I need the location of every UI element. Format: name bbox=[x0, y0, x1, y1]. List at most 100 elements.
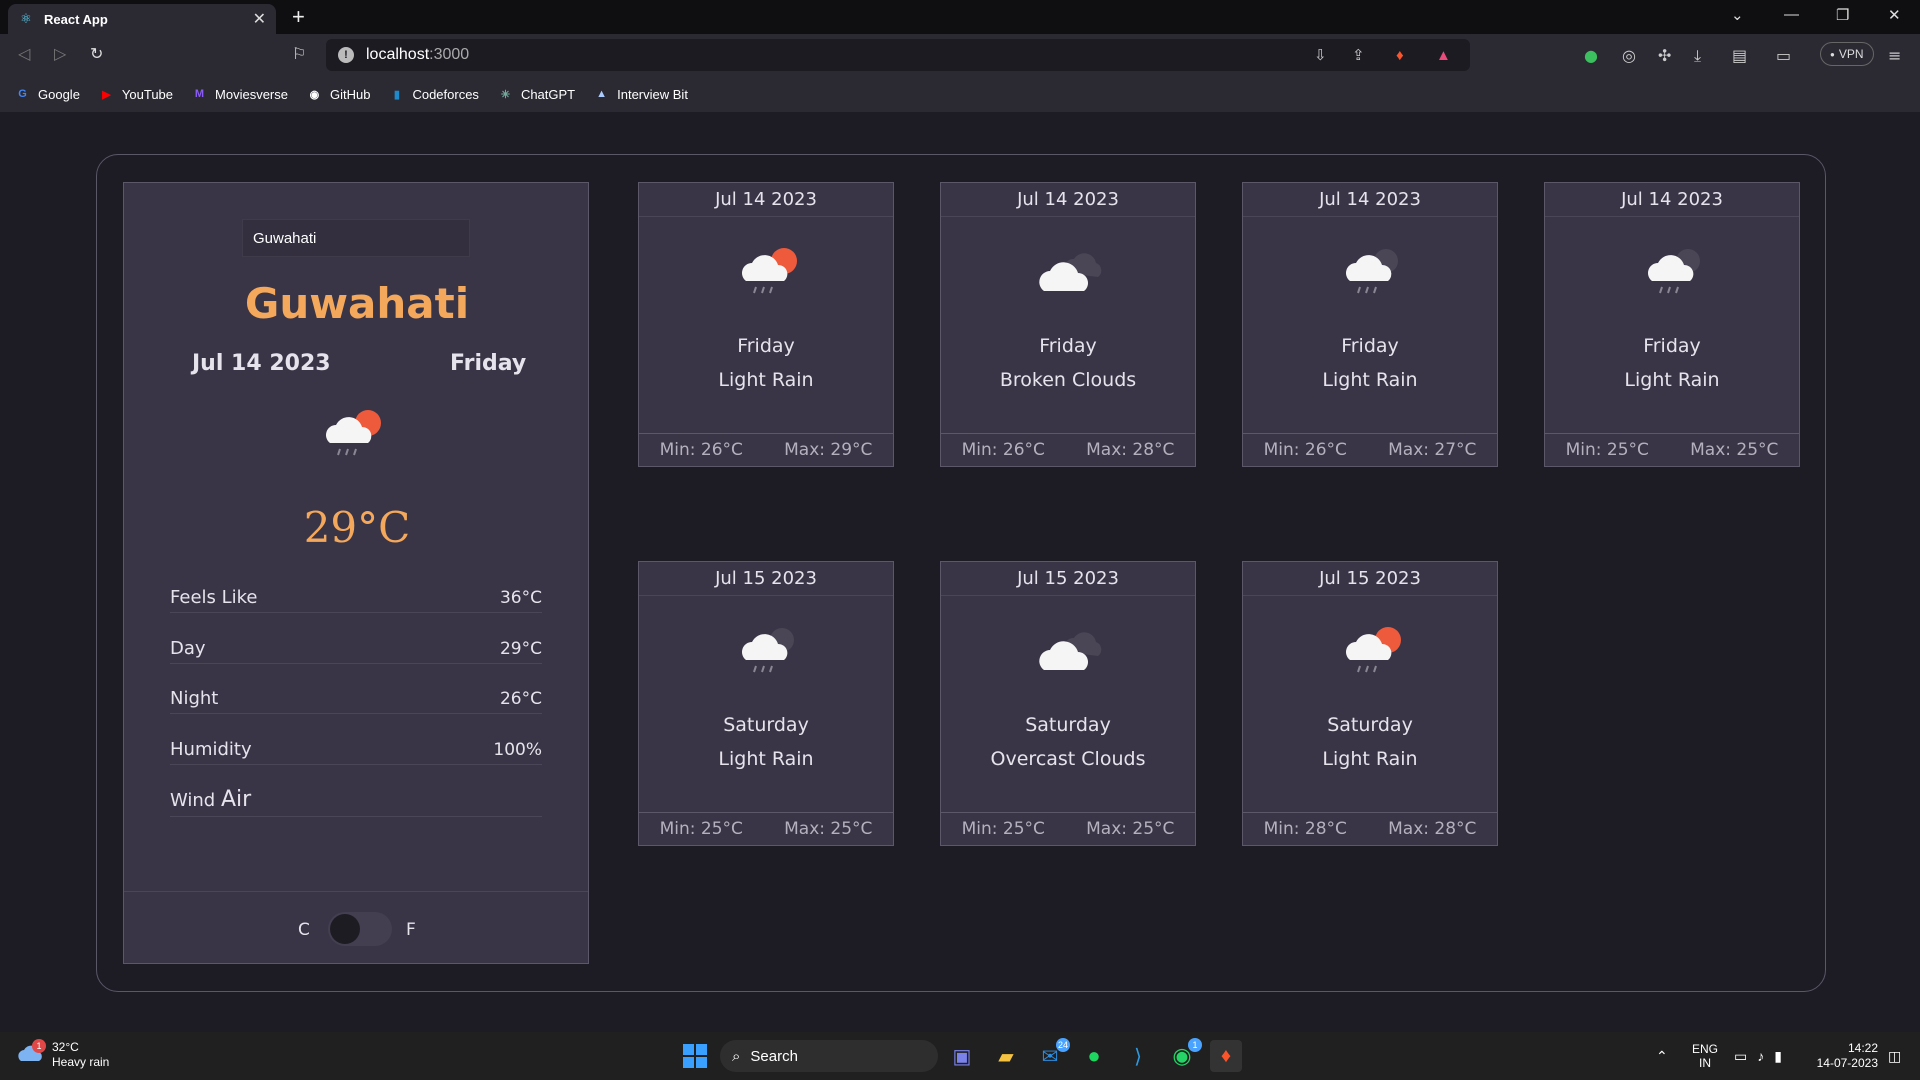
browser-tab[interactable]: ⚛ React App ✕ bbox=[8, 4, 276, 34]
show-hidden-icons-icon[interactable]: ⌃ bbox=[1656, 1032, 1668, 1080]
unit-toggle[interactable] bbox=[328, 912, 392, 946]
forecast-description: Light Rain bbox=[1322, 369, 1418, 391]
vscode-icon[interactable]: ⟩ bbox=[1122, 1040, 1154, 1072]
browser-tab-bar: ⚛ React App ✕ + ⌄ — ❐ ✕ bbox=[0, 0, 1920, 34]
forecast-min-max: Min: 25°C Max: 25°C bbox=[941, 812, 1195, 845]
browser-toolbar: ◁ ▷ ↻ ⚐ ! localhost :3000 ⇩ ⇪ ♦ ▲ ● ◎ ✣ … bbox=[0, 34, 1920, 76]
bookmark-github[interactable]: ◉ GitHub bbox=[306, 86, 371, 103]
forecast-min-max: Min: 26°C Max: 29°C bbox=[639, 433, 893, 466]
forecast-date: Jul 14 2023 bbox=[1545, 183, 1799, 217]
close-tab-icon[interactable]: ✕ bbox=[253, 9, 266, 29]
current-weather-panel: Guwahati Jul 14 2023 Friday 29°C Feels L… bbox=[123, 182, 589, 964]
forecast-card[interactable]: Jul 14 2023 Friday Light Rain Min: 25°C Max:… bbox=[1544, 182, 1800, 467]
close-window-button[interactable]: ✕ bbox=[1888, 6, 1901, 24]
forecast-day: Friday bbox=[737, 335, 795, 357]
google-icon: G bbox=[18, 88, 27, 100]
brave-browser-icon[interactable]: ♦ bbox=[1210, 1040, 1242, 1072]
reload-icon[interactable]: ↻ bbox=[90, 44, 103, 63]
brave-rewards-icon[interactable]: ▲ bbox=[1436, 39, 1451, 71]
stat-value: 26°C bbox=[499, 689, 542, 709]
extensions-puzzle-icon[interactable]: ✣ bbox=[1658, 46, 1671, 65]
whatsapp-icon[interactable]: ◉ 1 bbox=[1166, 1038, 1202, 1072]
forecast-card[interactable]: Jul 14 2023 Friday Broken Clouds Min: 26°C M… bbox=[940, 182, 1196, 467]
forecast-min: Min: 25°C bbox=[961, 819, 1045, 839]
windows-start-button[interactable] bbox=[683, 1044, 707, 1068]
minimize-button[interactable]: — bbox=[1784, 6, 1799, 23]
downloads-icon[interactable]: ⤓ bbox=[1694, 46, 1701, 66]
taskbar-search[interactable]: ⌕ Search bbox=[720, 1040, 938, 1072]
forecast-day: Saturday bbox=[1025, 714, 1111, 736]
brave-shields-icon[interactable]: ♦ bbox=[1396, 39, 1404, 71]
bookmark-google[interactable]: G Google bbox=[14, 86, 80, 103]
stat-label: Night bbox=[170, 688, 219, 709]
bookmark-icon[interactable]: ⚐ bbox=[292, 44, 306, 63]
forecast-description: Light Rain bbox=[1322, 748, 1418, 770]
taskbar-weather-desc: Heavy rain bbox=[52, 1055, 110, 1069]
forecast-max: Max: 25°C bbox=[784, 819, 873, 839]
clock[interactable]: 14:22 14-07-2023 bbox=[1814, 1032, 1878, 1080]
forecast-card[interactable]: Jul 14 2023 Friday Light Rain Min: 26°C Max:… bbox=[1242, 182, 1498, 467]
language-indicator[interactable]: ENG IN bbox=[1692, 1032, 1718, 1080]
address-bar[interactable]: ! localhost :3000 ⇩ ⇪ ♦ ▲ bbox=[326, 39, 1470, 71]
bookmark-label: Interview Bit bbox=[617, 86, 688, 102]
forecast-min: Min: 25°C bbox=[1565, 440, 1649, 460]
restore-button[interactable]: ❐ bbox=[1836, 6, 1849, 24]
forecast-card[interactable]: Jul 15 2023 Saturday Light Rain Min: 28°C Ma… bbox=[1242, 561, 1498, 846]
network-icon: ▭ bbox=[1734, 1047, 1748, 1064]
forecast-description: Broken Clouds bbox=[999, 369, 1137, 391]
bookmark-label: Codeforces bbox=[412, 86, 479, 102]
forecast-max: Max: 28°C bbox=[1388, 819, 1477, 839]
forecast-min-max: Min: 26°C Max: 27°C bbox=[1243, 433, 1497, 466]
forecast-card[interactable]: Jul 14 2023 Friday Light Rain Min: 26°C Max:… bbox=[638, 182, 894, 467]
mail-icon[interactable]: ✉ 24 bbox=[1034, 1038, 1070, 1072]
extension-icon[interactable]: ● bbox=[1584, 46, 1598, 65]
clock-time: 14:22 bbox=[1847, 1041, 1878, 1055]
url-port: :3000 bbox=[429, 46, 470, 63]
stat-feels-like: Feels Like 36°C bbox=[170, 583, 542, 613]
share-icon[interactable]: ⇪ bbox=[1352, 39, 1365, 71]
wallet-icon[interactable]: ▭ bbox=[1776, 46, 1791, 65]
stat-label: Humidity bbox=[170, 739, 252, 760]
bookmark-codeforces[interactable]: ▮ Codeforces bbox=[388, 86, 479, 103]
forecast-min: Min: 26°C bbox=[659, 440, 743, 460]
forecast-day: Saturday bbox=[1327, 714, 1413, 736]
forward-icon[interactable]: ▷ bbox=[54, 44, 66, 63]
forecast-max: Max: 25°C bbox=[1690, 440, 1779, 460]
new-tab-button[interactable]: + bbox=[292, 4, 305, 30]
notifications-icon[interactable]: ◫ bbox=[1888, 1032, 1901, 1080]
weather-badge: 1 bbox=[32, 1039, 46, 1053]
forecast-description: Overcast Clouds bbox=[990, 748, 1146, 770]
unit-celsius-label: C bbox=[298, 920, 310, 940]
teams-chat-icon[interactable]: ▣ bbox=[946, 1040, 978, 1072]
forecast-description: Light Rain bbox=[718, 748, 814, 770]
sidebar-icon[interactable]: ▤ bbox=[1732, 46, 1747, 65]
bookmark-label: GitHub bbox=[329, 86, 371, 102]
bookmark-chatgpt[interactable]: ✳ ChatGPT bbox=[497, 86, 575, 103]
install-icon[interactable]: ⇩ bbox=[1314, 39, 1327, 71]
file-explorer-icon[interactable]: ▰ bbox=[990, 1040, 1022, 1072]
bookmarks-bar: G Google ▶ YouTube M Moviesverse ◉ GitHub ▮ Codef… bbox=[0, 76, 1920, 112]
sync-icon[interactable]: ◎ bbox=[1622, 46, 1636, 65]
forecast-description: Light Rain bbox=[1624, 369, 1720, 391]
spotify-icon[interactable]: ● bbox=[1078, 1040, 1110, 1072]
back-icon[interactable]: ◁ bbox=[18, 44, 30, 63]
system-tray-icons[interactable]: ▭ ♪ ▮ bbox=[1734, 1032, 1782, 1080]
bookmark-youtube[interactable]: ▶ YouTube bbox=[98, 86, 173, 103]
forecast-card[interactable]: Jul 15 2023 Saturday Overcast Clouds Min: 2… bbox=[940, 561, 1196, 846]
bookmark-moviesverse[interactable]: M Moviesverse bbox=[191, 86, 288, 103]
city-search-input[interactable] bbox=[242, 219, 470, 257]
site-info-icon[interactable]: ! bbox=[338, 47, 354, 63]
forecast-date: Jul 15 2023 bbox=[639, 562, 893, 596]
forecast-card[interactable]: Jul 15 2023 Saturday Light Rain Min: 25°C Ma… bbox=[638, 561, 894, 846]
weather-widget[interactable]: 1 32°C Heavy rain bbox=[16, 1039, 110, 1070]
forecast-day: Friday bbox=[1341, 335, 1399, 357]
menu-icon[interactable]: ≡ bbox=[1888, 46, 1901, 65]
vpn-button[interactable]: ● VPN bbox=[1820, 42, 1874, 66]
github-icon: ◉ bbox=[309, 88, 320, 101]
battery-icon: ▮ bbox=[1774, 1047, 1782, 1064]
bookmark-interview-bit[interactable]: ▲ Interview Bit bbox=[593, 86, 688, 103]
tab-search-icon[interactable]: ⌄ bbox=[1731, 6, 1744, 24]
light-rain-moon-icon bbox=[1338, 243, 1406, 303]
clock-date: 14-07-2023 bbox=[1816, 1056, 1878, 1070]
forecast-date: Jul 15 2023 bbox=[941, 562, 1195, 596]
